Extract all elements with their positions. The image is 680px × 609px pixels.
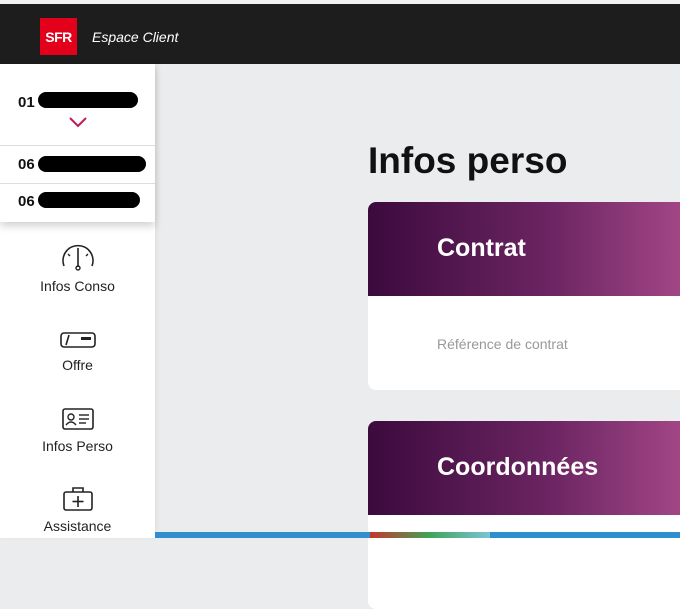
gauge-icon bbox=[61, 244, 94, 271]
nav-item-assistance[interactable]: Assistance bbox=[0, 486, 155, 534]
id-card-icon bbox=[61, 408, 94, 430]
redacted-number bbox=[38, 92, 138, 108]
line-item[interactable]: 06 bbox=[0, 146, 155, 184]
nav-item-infos-perso[interactable]: Infos Perso bbox=[0, 406, 155, 454]
card-title: Contrat bbox=[437, 234, 526, 262]
card-body: Référence de contrat bbox=[368, 296, 680, 390]
nav-item-infos-conso[interactable]: Infos Conso bbox=[0, 242, 155, 294]
line-number: 06 bbox=[18, 156, 35, 173]
nav-label: Offre bbox=[62, 357, 93, 373]
line-item[interactable]: 06 bbox=[0, 184, 155, 222]
chevron-down-icon[interactable] bbox=[68, 116, 88, 128]
nav-label: Assistance bbox=[43, 518, 112, 534]
first-aid-kit-icon bbox=[62, 487, 93, 511]
card-title: Coordonnées bbox=[437, 453, 599, 481]
page-title: Infos perso bbox=[368, 140, 568, 181]
sidebar: 01 06 06 Infos Conso Offre Infos Perso A… bbox=[0, 64, 155, 538]
line-number: 01 bbox=[18, 94, 35, 111]
line-selector[interactable]: 01 06 06 bbox=[0, 64, 155, 222]
contract-card: Contrat Référence de contrat bbox=[368, 202, 680, 390]
nav-label: Infos Conso bbox=[40, 278, 115, 294]
current-line[interactable]: 01 bbox=[0, 64, 155, 146]
top-bar: SFR Espace Client bbox=[0, 0, 680, 64]
redacted-number bbox=[38, 156, 146, 172]
card-body bbox=[368, 515, 680, 609]
nav-item-offre[interactable]: Offre bbox=[0, 329, 155, 373]
contact-details-card: Coordonnées bbox=[368, 421, 680, 609]
sfr-logo[interactable]: SFR bbox=[40, 18, 77, 55]
app-title: Espace Client bbox=[92, 29, 179, 45]
line-number: 06 bbox=[18, 193, 35, 210]
footer-banner-image bbox=[370, 532, 490, 538]
card-header: Contrat bbox=[368, 202, 680, 296]
card-header: Coordonnées bbox=[368, 421, 680, 515]
redacted-number bbox=[38, 192, 140, 208]
contract-reference-label: Référence de contrat bbox=[437, 336, 568, 352]
nav-label: Infos Perso bbox=[42, 438, 113, 454]
box-offer-icon bbox=[59, 332, 96, 348]
